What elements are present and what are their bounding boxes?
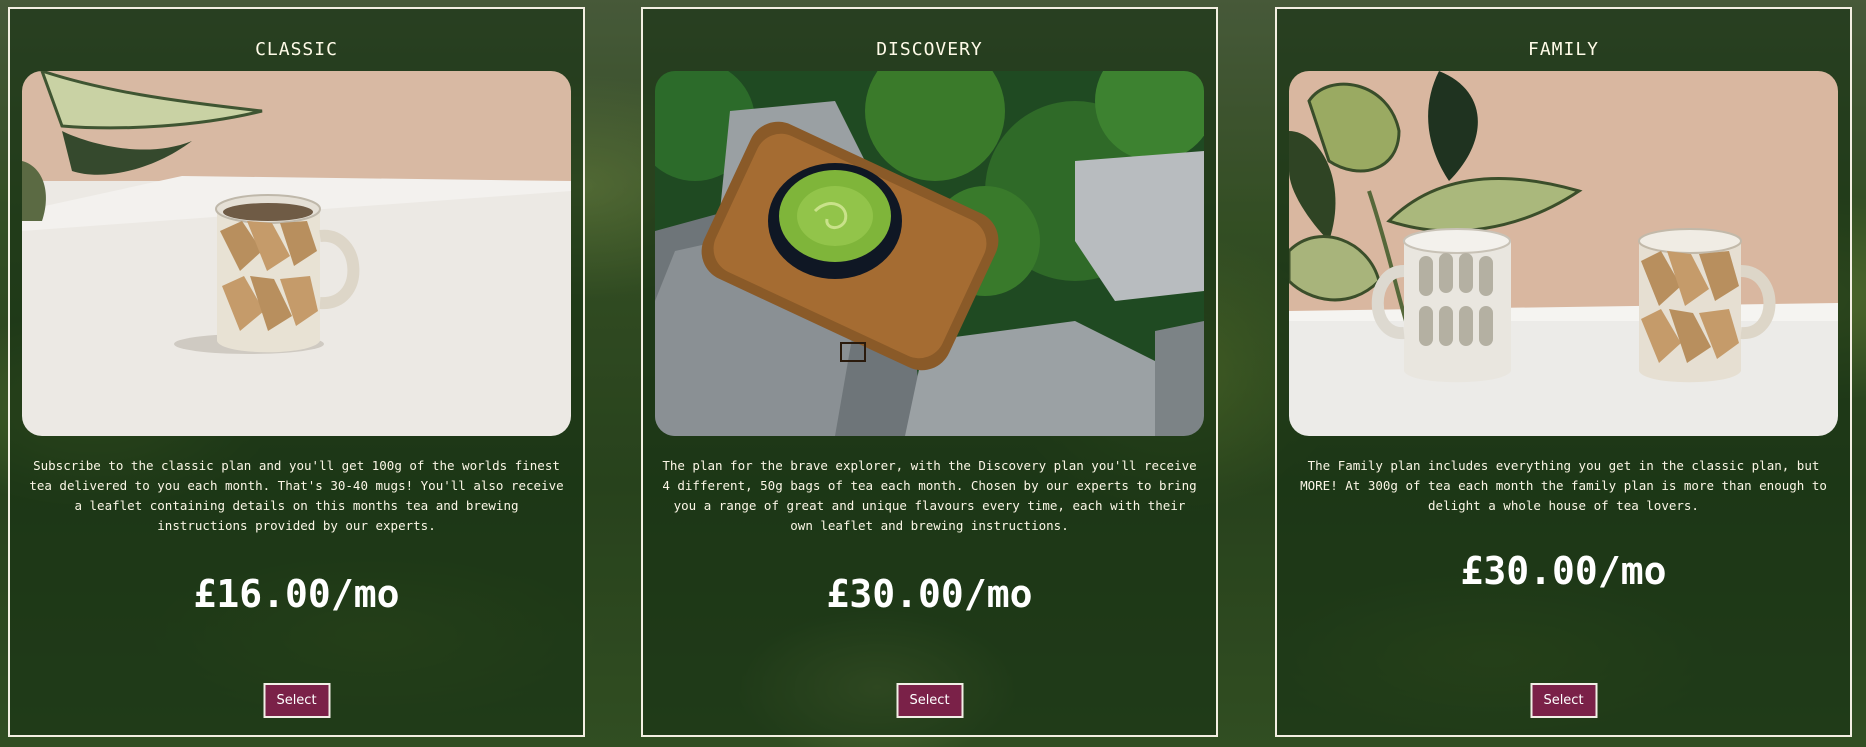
- plan-description: Subscribe to the classic plan and you'll…: [29, 458, 564, 533]
- plan-image-classic: [22, 71, 571, 436]
- select-classic-button[interactable]: Select: [263, 683, 330, 718]
- plan-card-discovery: DISCOVERY The plan for the brave explore…: [641, 7, 1218, 737]
- plan-card-classic: CLASSIC Subscribe to the classic plan an…: [8, 7, 585, 737]
- plan-price: £16.00/mo: [193, 572, 400, 616]
- plan-description: The plan for the brave explorer, with th…: [662, 458, 1197, 533]
- plan-card-family: FAMILY The Family plan includes everythi…: [1275, 7, 1852, 737]
- plan-price: £30.00/mo: [1460, 549, 1667, 593]
- plan-title: DISCOVERY: [876, 39, 983, 60]
- plan-description: The Family plan includes everything you …: [1300, 458, 1827, 513]
- plan-title: CLASSIC: [255, 39, 338, 60]
- plan-title: FAMILY: [1527, 39, 1600, 60]
- plan-image-family: [1289, 71, 1838, 436]
- select-family-button[interactable]: Select: [1530, 683, 1597, 718]
- plan-price: £30.00/mo: [826, 572, 1033, 616]
- plan-image-discovery: [655, 71, 1204, 436]
- select-discovery-button[interactable]: Select: [896, 683, 963, 718]
